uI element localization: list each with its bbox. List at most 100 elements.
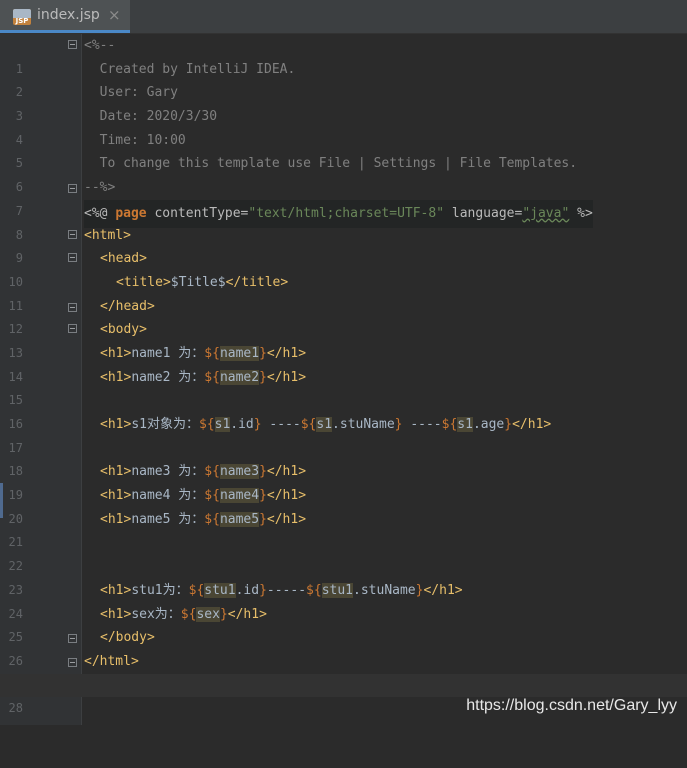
title-text: $Title$ <box>170 274 226 290</box>
comment-text: Time: 10:00 <box>84 132 186 148</box>
h1-text: s1对象为： <box>131 417 199 432</box>
code-line: 17 <h1>s1对象为：${s1.id} ----${s1.stuName} … <box>0 413 687 455</box>
fold-icon[interactable] <box>68 40 77 49</box>
jsp-file-icon: JSP <box>13 9 31 25</box>
code-line: 20 <h1>name4 为：${name4}</h1> <box>0 484 687 526</box>
code-line: 6 To change this template use File | Set… <box>0 152 687 194</box>
fold-icon[interactable] <box>68 229 77 239</box>
h1-text: name4 为： <box>131 488 205 504</box>
code-editor[interactable]: 1 <%-- 2 Created by IntelliJ IDEA. 3 Use… <box>0 34 687 715</box>
comment-text: <%-- <box>84 38 116 53</box>
h1-text: stu1为： <box>131 582 189 598</box>
el-open: ${ <box>204 488 220 504</box>
fold-icon[interactable] <box>68 634 77 644</box>
h1-text: name2 为： <box>131 369 205 385</box>
body-tag: <body> <box>100 322 147 338</box>
code-line: 2 Created by IntelliJ IDEA. <box>0 58 687 100</box>
el-variable: stu1 <box>204 582 236 598</box>
code-line: 4 Date: 2020/3/30 <box>0 105 687 147</box>
el-close: } <box>394 417 403 432</box>
el-variable: name4 <box>219 488 260 504</box>
el-open: ${ <box>204 464 220 480</box>
html-tag: <html> <box>84 227 131 243</box>
h1-tag: <h1> <box>100 345 132 361</box>
tab-filename: index.jsp <box>37 7 100 23</box>
el-close: } <box>259 345 267 361</box>
h1-tag: </h1> <box>266 369 307 385</box>
el-close: } <box>219 606 228 622</box>
h1-tag: <h1> <box>100 582 132 598</box>
el-variable: s1 <box>316 417 333 432</box>
el-open: ${ <box>188 582 205 598</box>
el-close: } <box>259 582 267 598</box>
code-line: 19 <h1>name3 为：${name3}</h1> <box>0 460 687 502</box>
code-line: 23 <box>0 555 687 597</box>
title-tag: <title> <box>116 274 171 290</box>
el-open: ${ <box>204 369 220 385</box>
comment-text: --%> <box>84 180 116 196</box>
code-line: 24 <h1>stu1为：${stu1.id}-----${stu1.stuNa… <box>0 579 687 621</box>
fold-icon[interactable] <box>68 657 77 667</box>
h1-text: sex为： <box>131 606 181 622</box>
separator-text: ---- <box>402 417 442 432</box>
fold-icon[interactable] <box>68 253 77 263</box>
h1-tag: </h1> <box>266 511 307 527</box>
h1-tag: <h1> <box>100 606 132 622</box>
el-close: } <box>259 464 267 480</box>
html-tag: </html> <box>84 653 139 669</box>
tab-index-jsp[interactable]: JSP index.jsp × <box>0 0 130 33</box>
h1-tag: </h1> <box>266 464 307 480</box>
title-tag: </title> <box>225 274 289 290</box>
close-icon[interactable]: × <box>108 6 121 24</box>
fold-icon[interactable] <box>68 184 77 194</box>
attr-language: language= <box>444 205 523 221</box>
directive-open: <%@ <box>84 205 116 221</box>
code-line: 22 <box>0 531 687 573</box>
fold-icon[interactable] <box>68 302 77 312</box>
h1-tag: </h1> <box>423 582 463 598</box>
code-line: 25 <h1>sex为：${sex}</h1> <box>0 603 687 644</box>
el-variable: sex <box>196 606 220 622</box>
body-tag: </body> <box>100 630 155 646</box>
el-variable: name1 <box>219 345 260 361</box>
el-open: ${ <box>180 606 197 622</box>
code-line-current: 28 <box>0 673 687 715</box>
comment-text: Date: 2020/3/30 <box>84 109 218 125</box>
directive-close: %> <box>569 205 593 221</box>
code-line: 7 --%> <box>0 176 687 218</box>
h1-tag: </h1> <box>227 606 267 622</box>
code-line: 5 Time: 10:00 <box>0 129 687 171</box>
comment-text: To change this template use File | Setti… <box>84 156 578 172</box>
separator-text: ---- <box>261 417 301 432</box>
attr-value: "text/html;charset=UTF-8" <box>248 205 445 221</box>
el-variable: name2 <box>219 369 260 385</box>
attr-content-type: contentType= <box>146 205 249 221</box>
el-open: ${ <box>306 582 322 598</box>
editor-tab-bar: JSP index.jsp × <box>0 0 687 34</box>
el-variable: name5 <box>219 511 260 527</box>
code-line: 8 <%@ page contentType="text/html;charse… <box>0 199 687 242</box>
el-variable: name3 <box>219 464 260 480</box>
el-property: .id <box>230 417 254 432</box>
code-line: 9 <html> <box>0 224 687 266</box>
el-close: } <box>259 511 267 527</box>
el-property: .stuName <box>332 417 395 432</box>
el-close: } <box>259 369 267 385</box>
el-variable: s1 <box>214 417 231 432</box>
el-close: } <box>259 488 267 504</box>
h1-tag: <h1> <box>100 464 132 480</box>
h1-text: name3 为： <box>131 464 205 480</box>
page-keyword: page <box>115 205 147 221</box>
fold-icon[interactable] <box>68 324 77 334</box>
code-line: 16 <box>0 389 687 431</box>
h1-tag: </h1> <box>266 488 307 504</box>
code-line: 21 <h1>name5 为：${name5}</h1> <box>0 508 687 549</box>
el-property: .id <box>235 582 260 598</box>
h1-tag: <h1> <box>100 488 132 504</box>
separator-text: ----- <box>266 582 307 598</box>
code-line: 26 </body> <box>0 626 687 668</box>
h1-text: name5 为： <box>131 511 205 527</box>
code-line: 12 </head> <box>0 295 687 337</box>
attr-value: "java" <box>522 205 570 221</box>
el-open: ${ <box>204 345 220 361</box>
